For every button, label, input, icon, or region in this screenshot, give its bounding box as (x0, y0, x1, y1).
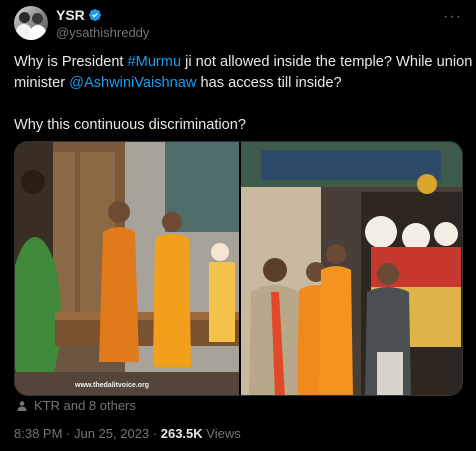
author-name[interactable]: YSR (56, 7, 85, 23)
meta-separator: · (62, 426, 74, 441)
tweet-text-segment: ji not allowed inside the temple? While … (181, 54, 473, 70)
more-options-icon[interactable]: ··· (443, 8, 462, 26)
tagged-people[interactable]: KTR and 8 others (16, 398, 136, 413)
photo-right[interactable] (241, 142, 462, 395)
tweet-text-segment: minister (14, 75, 70, 91)
tweet-date[interactable]: Jun 25, 2023 (74, 426, 149, 441)
person-icon (17, 400, 27, 411)
photo-left-illustration (15, 142, 239, 395)
photo-left[interactable]: www.thedalitvoice.org (15, 142, 239, 395)
tweet-header: YSR @ysathishreddy ··· (14, 6, 462, 42)
tweet-text: Why is President #Murmu ji not allowed i… (14, 52, 472, 136)
photo-right-illustration (241, 142, 462, 395)
tweet-line-3: Why this continuous discrimination? (14, 117, 246, 133)
author-name-row[interactable]: YSR (56, 7, 102, 23)
avatar[interactable] (14, 6, 48, 40)
tweet-meta: 8:38 PM · Jun 25, 2023 · 263.5K Views (14, 426, 241, 441)
hashtag-murmu-link[interactable]: #Murmu (128, 54, 182, 70)
views-count[interactable]: 263.5K (161, 426, 203, 441)
tweet-time[interactable]: 8:38 PM (14, 426, 62, 441)
tweet-text-segment: has access till inside? (196, 75, 342, 91)
verified-badge-icon (88, 9, 101, 21)
tweet-line-2: minister @AshwiniVaishnaw has access til… (14, 73, 466, 94)
media-grid: www.thedalitvoice.org (14, 141, 463, 396)
tweet-text-segment: Why is President (14, 54, 128, 70)
meta-separator: · (149, 426, 161, 441)
watermark: www.thedalitvoice.org (75, 382, 150, 389)
tweet-line-1: Why is President #Murmu ji not allowed i… (14, 52, 472, 73)
tagged-text[interactable]: KTR and 8 others (34, 398, 136, 413)
views-label: Views (202, 426, 241, 441)
mention-ashwinivaishnaw-link[interactable]: @AshwiniVaishnaw (69, 75, 196, 91)
author-handle[interactable]: @ysathishreddy (56, 25, 149, 40)
